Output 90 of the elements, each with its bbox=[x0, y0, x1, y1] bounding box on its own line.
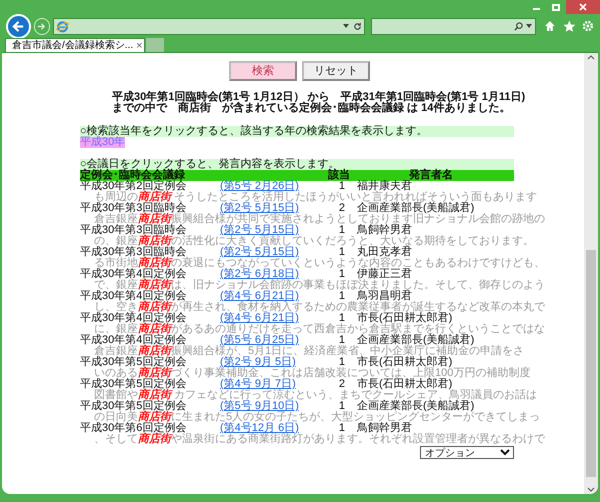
speech-excerpt: 図書館や商店街 カフェなどに行って涼むという、まちでクールシェア、鳥羽議員のお話は bbox=[94, 390, 538, 401]
meeting-name: 平成30年第4回定例会 bbox=[80, 269, 188, 280]
speaker-name: 伊藤正三君 bbox=[357, 269, 412, 280]
meeting-name: 平成30年第2回定例会 bbox=[80, 181, 187, 192]
hit-count: 1 bbox=[338, 357, 345, 368]
speech-excerpt: る市街地商店街の衰退にもつながっていくというような内容のこともあるわけですけども、 bbox=[94, 258, 545, 269]
speech-excerpt: 、そして商店街や温泉街にある商業街路灯があります。それぞれ設置管理者が異なるわけで bbox=[93, 434, 545, 445]
meeting-date-link[interactable]: (第2号 6月18日) bbox=[220, 269, 325, 280]
speaker-name: 市長(石田耕太郎君) bbox=[357, 379, 452, 390]
close-button[interactable] bbox=[566, 0, 600, 14]
meeting-date-link[interactable]: (第4号 9月 7日) bbox=[220, 379, 325, 390]
year-instruction: ○検索該当年をクリックすると、該当する年の検索結果を表示します。 bbox=[80, 126, 514, 137]
meeting-name: 平成30年第5回定例会 bbox=[80, 379, 186, 390]
speaker-name: 市長(石田耕太郎君) bbox=[357, 357, 452, 368]
meeting-name: 平成30年第4回定例会 bbox=[80, 313, 186, 324]
speaker-name: 鳥飼幹男君 bbox=[357, 423, 412, 434]
speaker-name: 鳥羽昌明君 bbox=[357, 291, 412, 302]
right-arrow-icon bbox=[37, 22, 46, 30]
hit-count: 1 bbox=[338, 269, 345, 280]
forward-button[interactable] bbox=[34, 18, 50, 34]
meeting-name: 平成30年第6回定例会 bbox=[80, 423, 186, 434]
meeting-date-link[interactable]: (第4号 6月21日) bbox=[220, 313, 325, 324]
speaker-name: 企画産業部長(美船誠君) bbox=[357, 203, 474, 214]
meeting-date-link[interactable]: (第5号 6月25日) bbox=[220, 335, 325, 346]
meeting-name: 平成30年第3回臨時会 bbox=[80, 247, 186, 258]
meeting-date-link[interactable]: (第5号 2月26日) bbox=[220, 181, 325, 192]
scroll-down-icon[interactable] bbox=[587, 487, 595, 492]
speech-excerpt: 倉吉銀座商店街振興組合様が共同で実施されようとしております旧ナショナル会館の跡地の bbox=[94, 214, 545, 225]
meeting-name: 平成30年第4回定例会 bbox=[80, 291, 186, 302]
speech-excerpt: 倉吉銀座商店街振興組合様が、5月1日に、経済産業省、中小企業庁に補助金の申請をさ bbox=[94, 346, 524, 357]
close-icon bbox=[579, 3, 587, 11]
meeting-name: 平成30年第3回臨時会 bbox=[80, 225, 186, 236]
meeting-name: 平成30年第5回定例会 bbox=[80, 401, 186, 412]
meeting-date-link[interactable]: (第2号 9月 5日) bbox=[220, 357, 325, 368]
column-header: 発言者名 bbox=[409, 170, 453, 181]
option-select[interactable]: オプション bbox=[420, 446, 514, 459]
result-summary: 平成30年第1回臨時会(第1号 1月12日） から 平成31年第1回臨時会(第1号 1月11日)までの中で 商店街 が含まれている定例会･臨時会会議録 は 14件ありました。 bbox=[111, 92, 526, 114]
home-icon[interactable] bbox=[544, 20, 556, 32]
hit-count: 1 bbox=[338, 313, 345, 324]
search-box[interactable] bbox=[370, 18, 536, 34]
search-button[interactable]: 検索 bbox=[229, 61, 297, 81]
meeting-name: 平成30年第4回定例会 bbox=[80, 335, 186, 346]
meeting-date-link[interactable]: (第2号 5月15日) bbox=[220, 225, 325, 236]
favorites-star-icon[interactable] bbox=[562, 20, 576, 32]
browser-tab[interactable]: 倉吉市議会/会議録検索シ... × bbox=[5, 38, 145, 52]
column-header: 該当 bbox=[328, 170, 351, 181]
speaker-name: 企画産業部長(美船誠君) bbox=[357, 401, 474, 412]
hit-count: 1 bbox=[338, 225, 345, 236]
speech-excerpt: の日向美商店街に生まれた5人の女の子たちが、大型ショッピングセンターができてしまっ bbox=[94, 412, 540, 423]
hit-count: 1 bbox=[338, 247, 345, 258]
reset-button[interactable]: リセット bbox=[302, 61, 370, 81]
dropdown-icon[interactable] bbox=[526, 24, 532, 28]
meeting-date-link[interactable]: (第2号 5月15日) bbox=[220, 203, 325, 214]
meeting-date-link[interactable]: (第2号 5月15日) bbox=[220, 247, 325, 258]
speaker-name: 企画産業部長(美船誠君) bbox=[357, 335, 474, 346]
speech-excerpt: いのある商店街づくり事業補助金、これは店舗改装については、上限100万円の補助制度 bbox=[94, 368, 530, 379]
tab-title: 倉吉市議会/会議録検索シ... bbox=[12, 40, 134, 52]
speaker-name: 福井康夫君 bbox=[357, 181, 412, 192]
hit-count: 1 bbox=[338, 181, 345, 192]
speech-excerpt: も周辺の商店街 そうしたところを活用したほうがいいと言われればそういう面もあります bbox=[94, 192, 538, 203]
settings-icon[interactable] bbox=[582, 20, 594, 32]
back-button[interactable] bbox=[6, 14, 31, 38]
hit-count: 1 bbox=[338, 291, 345, 302]
speech-excerpt: に、銀座商店街があるあの通りだけを走って西倉吉から倉吉駅までを行くということではな bbox=[94, 324, 545, 335]
column-header: 定例会･臨時会会議録 bbox=[80, 170, 185, 181]
speaker-name: 丸田克孝君 bbox=[357, 247, 412, 258]
scroll-up-icon[interactable] bbox=[587, 55, 595, 60]
hit-count: 2 bbox=[338, 203, 345, 214]
speaker-name: 市長(石田耕太郎君) bbox=[357, 313, 452, 324]
speech-excerpt: し、空き 商店街が再生され、食材を納入するための農業従事者が誕生するなど改革の本丸で bbox=[94, 302, 545, 313]
meeting-date-link[interactable]: (第4号 6月21日) bbox=[220, 291, 325, 302]
speech-excerpt: の、銀座商店街の活性化に大きく貢献していくだろうと、大いなる期待をしております。 bbox=[94, 236, 534, 247]
hit-count: 1 bbox=[338, 401, 345, 412]
address-bar[interactable] bbox=[53, 18, 365, 34]
left-arrow-icon bbox=[12, 20, 25, 32]
hit-count: 2 bbox=[338, 379, 345, 390]
hit-count: 1 bbox=[338, 335, 345, 346]
speech-excerpt: で、銀座商店街は、旧ナショナル会館跡の事業もほぼ決まりました。そして、御存じのよう bbox=[94, 280, 545, 291]
scrollbar[interactable] bbox=[584, 53, 598, 494]
search-icon[interactable] bbox=[514, 22, 523, 30]
meeting-name: 平成30年第5回定例会 bbox=[80, 357, 186, 368]
meeting-name: 平成30年第3回臨時会 bbox=[80, 203, 186, 214]
tab-close-button[interactable]: × bbox=[136, 40, 143, 52]
dropdown-icon[interactable] bbox=[342, 24, 349, 28]
meeting-date-link[interactable]: (第4号12月 6日) bbox=[220, 423, 325, 434]
speaker-name: 鳥飼幹男君 bbox=[357, 225, 412, 236]
hit-count: 1 bbox=[338, 423, 345, 434]
meeting-date-link[interactable]: (第5号 9月10日) bbox=[220, 401, 325, 412]
refresh-icon[interactable] bbox=[352, 22, 362, 30]
browser-logo-icon bbox=[56, 20, 70, 32]
